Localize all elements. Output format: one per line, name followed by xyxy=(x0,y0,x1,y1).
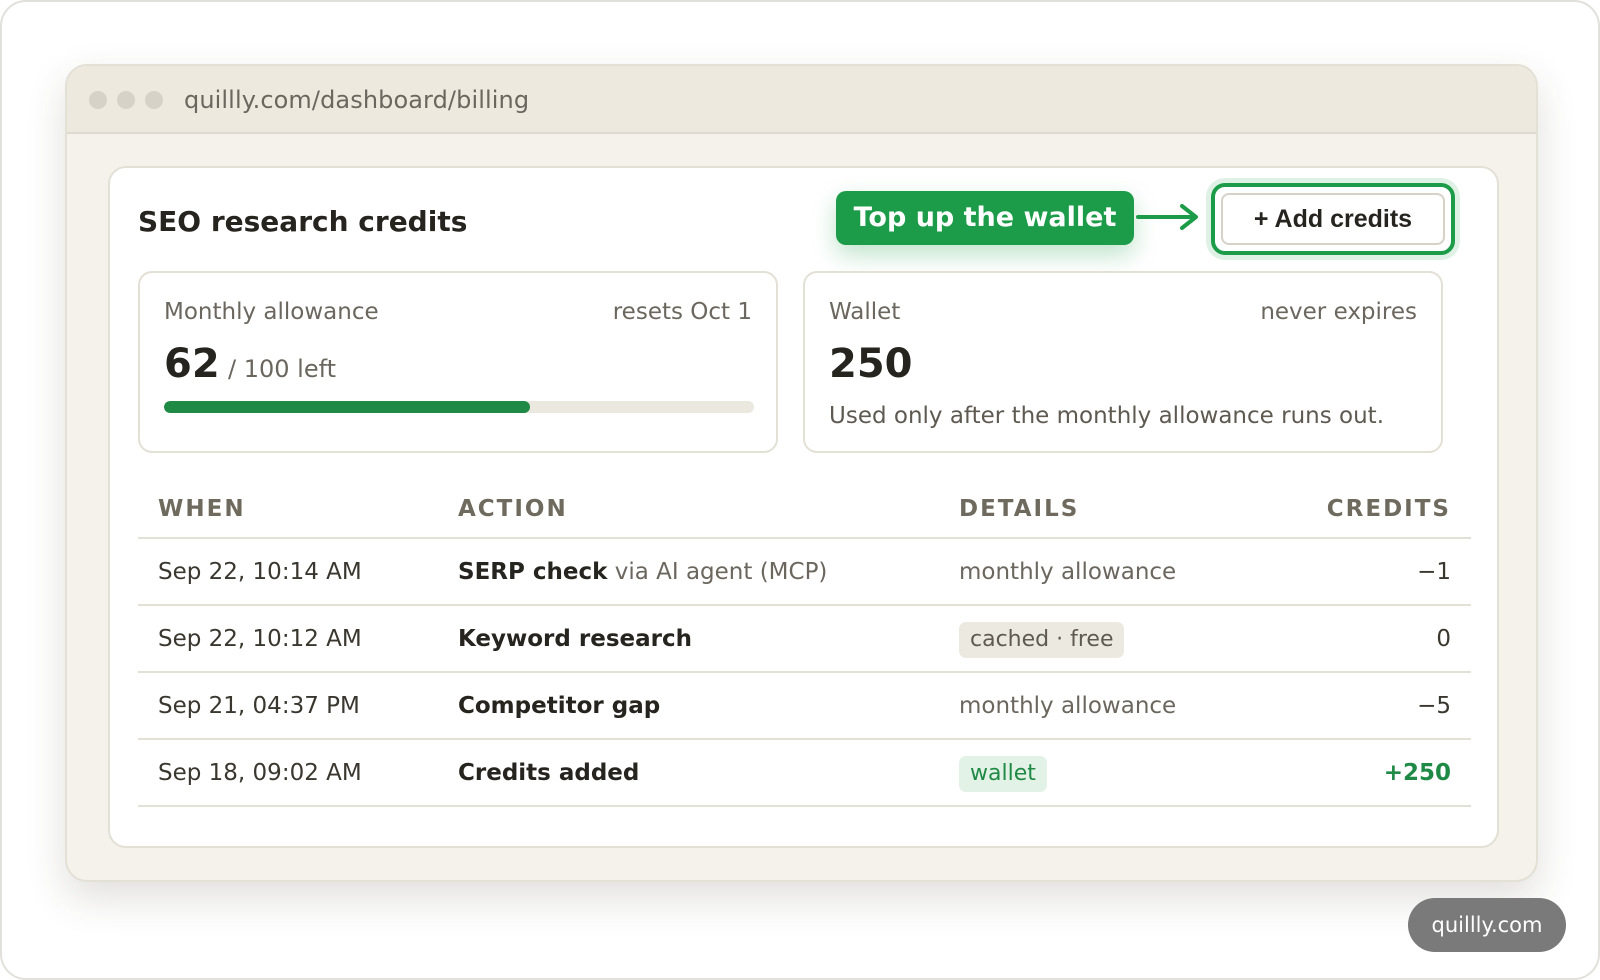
allowance-total: / 100 left xyxy=(228,355,337,383)
column-header-credits: CREDITS xyxy=(1326,496,1451,522)
arrow-right-icon xyxy=(1136,204,1198,230)
column-header-when: WHEN xyxy=(158,496,246,522)
row-action: Keyword research xyxy=(458,621,692,657)
browser-titlebar: quillly.com/dashboard/billing xyxy=(67,66,1536,134)
wallet-expiry-note: never expires xyxy=(1260,299,1417,325)
window-minimize-dot[interactable] xyxy=(117,91,135,109)
page-title: SEO research credits xyxy=(138,205,468,238)
row-action-name: SERP check xyxy=(458,559,608,585)
allowance-label: Monthly allowance xyxy=(164,299,379,325)
row-when: Sep 22, 10:14 AM xyxy=(158,559,362,585)
row-action-source: via AI agent (MCP) xyxy=(614,559,828,585)
window-maximize-dot[interactable] xyxy=(145,91,163,109)
credits-card: SEO research credits Top up the wallet +… xyxy=(108,166,1499,848)
window-close-dot[interactable] xyxy=(89,91,107,109)
allowance-progress-fill xyxy=(164,401,530,413)
row-details: wallet xyxy=(959,755,1047,792)
credits-history-table: WHEN ACTION DETAILS CREDITS Sep 22, 10:1… xyxy=(138,473,1471,807)
monthly-allowance-card: Monthly allowance resets Oct 1 62 / 100 … xyxy=(138,271,778,453)
row-when: Sep 22, 10:12 AM xyxy=(158,626,362,652)
table-row: Sep 21, 04:37 PM Competitor gap monthly … xyxy=(138,673,1471,740)
allowance-progress-bar xyxy=(164,401,754,413)
row-action: SERP check via AI agent (MCP) xyxy=(458,554,827,590)
allowance-remaining: 62 xyxy=(164,341,220,387)
row-when: Sep 21, 04:37 PM xyxy=(158,693,360,719)
column-header-action: ACTION xyxy=(458,496,568,522)
row-action-name: Credits added xyxy=(458,760,640,786)
site-watermark-badge: quillly.com xyxy=(1408,898,1566,952)
top-up-callout: Top up the wallet xyxy=(836,191,1134,245)
wallet-badge: wallet xyxy=(959,756,1047,792)
table-header: WHEN ACTION DETAILS CREDITS xyxy=(138,473,1471,539)
wallet-balance: 250 xyxy=(829,341,913,387)
row-details: monthly allowance xyxy=(959,693,1177,719)
row-when: Sep 18, 09:02 AM xyxy=(158,760,362,786)
row-action: Credits added xyxy=(458,755,639,791)
table-row: Sep 22, 10:12 AM Keyword research cached… xyxy=(138,606,1471,673)
cached-free-badge: cached · free xyxy=(959,622,1125,658)
table-row: Sep 18, 09:02 AM Credits added wallet +2… xyxy=(138,740,1471,807)
row-action-name: Keyword research xyxy=(458,626,692,652)
row-credits: +250 xyxy=(1383,760,1451,786)
row-action: Competitor gap xyxy=(458,688,660,724)
browser-window: quillly.com/dashboard/billing SEO resear… xyxy=(65,64,1538,882)
allowance-reset-note: resets Oct 1 xyxy=(612,299,752,325)
wallet-description: Used only after the monthly allowance ru… xyxy=(829,403,1384,429)
address-bar-url[interactable]: quillly.com/dashboard/billing xyxy=(184,84,529,116)
row-credits: −5 xyxy=(1417,693,1451,719)
row-credits: 0 xyxy=(1436,626,1451,652)
add-credits-highlight: + Add credits xyxy=(1211,183,1455,255)
row-credits: −1 xyxy=(1417,559,1451,585)
screenshot-frame: quillly.com/dashboard/billing SEO resear… xyxy=(0,0,1600,980)
row-details: monthly allowance xyxy=(959,559,1177,585)
add-credits-button[interactable]: + Add credits xyxy=(1221,193,1445,245)
row-action-name: Competitor gap xyxy=(458,693,661,719)
row-details: cached · free xyxy=(959,621,1125,658)
column-header-details: DETAILS xyxy=(959,496,1080,522)
wallet-label: Wallet xyxy=(829,299,901,325)
wallet-card: Wallet never expires 250 Used only after… xyxy=(803,271,1443,453)
table-row: Sep 22, 10:14 AM SERP check via AI agent… xyxy=(138,539,1471,606)
